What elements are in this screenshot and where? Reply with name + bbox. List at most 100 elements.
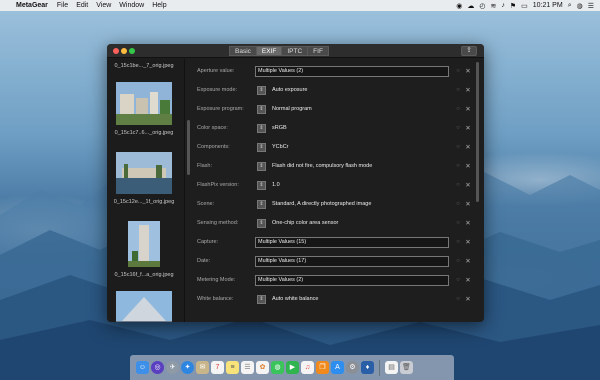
field-select[interactable]: ⇕ Standard, A directly photographed image [255, 199, 449, 210]
field-select[interactable]: ⇕ Flash did not fire, compulsory flash mo… [255, 161, 449, 172]
remove-icon[interactable]: ✕ [465, 295, 471, 303]
field-select[interactable]: ⇕ Normal program [255, 104, 449, 115]
remove-icon[interactable]: ✕ [465, 143, 471, 151]
menu-view[interactable]: View [96, 2, 111, 9]
tab-fif[interactable]: FIF [307, 46, 329, 56]
menu-edit[interactable]: Edit [76, 2, 88, 9]
time-machine-icon[interactable]: ◴ [479, 2, 485, 10]
minimize-button[interactable] [121, 48, 127, 54]
siri-icon[interactable]: ◎ [151, 361, 164, 374]
revert-icon[interactable]: ○ [455, 87, 461, 93]
launchpad-icon[interactable]: ✈ [166, 361, 179, 374]
dropdown-icon[interactable]: ⇕ [257, 142, 266, 152]
file-item[interactable]: 0_15c16f_f...a_orig.jpeg [107, 221, 181, 278]
books-icon[interactable]: ❐ [316, 361, 329, 374]
field-input[interactable]: Multiple Values (17) [255, 255, 449, 267]
notification-center-icon[interactable]: ☰ [588, 2, 594, 10]
dropdown-icon[interactable]: ⇕ [257, 294, 266, 304]
fields-scrollbar[interactable] [476, 62, 479, 202]
calendar-icon[interactable]: 7 [211, 361, 224, 374]
battery-icon[interactable]: ▭ [521, 2, 528, 10]
revert-icon[interactable]: ○ [455, 296, 461, 302]
wifi-icon[interactable]: ≋ [490, 2, 496, 10]
revert-icon[interactable]: ○ [455, 125, 461, 131]
dropdown-icon[interactable]: ⇕ [257, 218, 266, 228]
clock[interactable]: 10:21 PM [533, 2, 563, 9]
revert-icon[interactable]: ○ [455, 220, 461, 226]
maximize-button[interactable] [129, 48, 135, 54]
remove-icon[interactable]: ✕ [465, 162, 471, 170]
flag-icon[interactable]: ⚑ [510, 2, 516, 10]
revert-icon[interactable]: ○ [455, 182, 461, 188]
status-icon[interactable]: ◉ [456, 2, 462, 10]
tab-basic[interactable]: Basic [229, 46, 257, 56]
system-preferences-icon[interactable]: ⚙ [346, 361, 359, 374]
dropdown-icon[interactable]: ⇕ [257, 85, 266, 95]
menu-help[interactable]: Help [152, 2, 166, 9]
revert-icon[interactable]: ○ [455, 277, 461, 283]
dropdown-icon[interactable]: ⇕ [257, 104, 266, 114]
app-menu[interactable]: MetaGear [16, 2, 48, 9]
remove-icon[interactable]: ✕ [465, 181, 471, 189]
file-item[interactable]: 0_15c1c7..6..._orig.jpeg [107, 82, 181, 136]
trash-icon[interactable]: 🗑 [400, 361, 413, 374]
document-icon[interactable]: ▤ [385, 361, 398, 374]
field-select[interactable]: ⇕ 1.0 [255, 180, 449, 191]
file-item[interactable]: 0_15c1be..._7_orig.jpeg [107, 63, 181, 69]
revert-icon[interactable]: ○ [455, 106, 461, 112]
file-item[interactable] [107, 291, 181, 322]
field-input[interactable]: Multiple Values (2) [255, 65, 449, 77]
revert-icon[interactable]: ○ [455, 163, 461, 169]
user-icon[interactable]: ◍ [577, 2, 583, 10]
remove-icon[interactable]: ✕ [465, 238, 471, 246]
remove-icon[interactable]: ✕ [465, 257, 471, 265]
revert-icon[interactable]: ○ [455, 144, 461, 150]
field-input[interactable]: Multiple Values (2) [255, 274, 449, 286]
share-button[interactable]: ⇪ [461, 46, 477, 56]
messages-icon[interactable]: ◍ [271, 361, 284, 374]
field-select[interactable]: ⇕ YCbCr [255, 142, 449, 153]
facetime-icon[interactable]: ▶ [286, 361, 299, 374]
remove-icon[interactable]: ✕ [465, 219, 471, 227]
remove-icon[interactable]: ✕ [465, 200, 471, 208]
photos-icon[interactable]: ✿ [256, 361, 269, 374]
revert-icon[interactable]: ○ [455, 68, 461, 74]
reminders-icon[interactable]: ☰ [241, 361, 254, 374]
field-select[interactable]: ⇕ Auto white balance [255, 294, 449, 305]
mail-icon[interactable]: ✉ [196, 361, 209, 374]
notes-icon[interactable]: ≡ [226, 361, 239, 374]
remove-icon[interactable]: ✕ [465, 276, 471, 284]
remove-icon[interactable]: ✕ [465, 86, 471, 94]
field-value: Multiple Values (17) [258, 258, 307, 264]
remove-icon[interactable]: ✕ [465, 67, 471, 75]
tab-iptc[interactable]: IPTC [281, 46, 309, 56]
sidebar-scrollbar[interactable] [187, 120, 190, 175]
field-select[interactable]: ⇕ sRGB [255, 123, 449, 134]
remove-icon[interactable]: ✕ [465, 105, 471, 113]
close-button[interactable] [113, 48, 119, 54]
dropdown-icon[interactable]: ⇕ [257, 123, 266, 133]
metagear-icon[interactable]: ♦ [361, 361, 374, 374]
revert-icon[interactable]: ○ [455, 258, 461, 264]
volume-icon[interactable]: ♪ [501, 2, 505, 9]
field-input[interactable]: Multiple Values (15) [255, 236, 449, 248]
revert-icon[interactable]: ○ [455, 239, 461, 245]
menu-window[interactable]: Window [119, 2, 144, 9]
app-store-icon[interactable]: A [331, 361, 344, 374]
spotlight-icon[interactable]: ⌕ [568, 2, 572, 10]
finder-icon[interactable]: ☺ [136, 361, 149, 374]
field-select[interactable]: ⇕ One-chip color area sensor [255, 218, 449, 229]
dropdown-icon[interactable]: ⇕ [257, 180, 266, 190]
dropdown-icon[interactable]: ⇕ [257, 161, 266, 171]
field-select[interactable]: ⇕ Auto exposure [255, 85, 449, 96]
music-icon[interactable]: ♫ [301, 361, 314, 374]
dock: ☺ ◎ ✈ ✦ ✉ 7 ≡ ☰ ✿ ◍ ▶ ♫ ❐ A ⚙ ♦ ▤ 🗑 [130, 355, 454, 380]
menu-file[interactable]: File [57, 2, 68, 9]
file-item[interactable]: 0_15c12e..._1f_orig.jpeg [107, 152, 181, 205]
dropdown-icon[interactable]: ⇕ [257, 199, 266, 209]
revert-icon[interactable]: ○ [455, 201, 461, 207]
remove-icon[interactable]: ✕ [465, 124, 471, 132]
safari-icon[interactable]: ✦ [181, 361, 194, 374]
cloud-icon[interactable]: ☁ [467, 2, 474, 10]
tab-exif[interactable]: EXIF [255, 46, 283, 56]
